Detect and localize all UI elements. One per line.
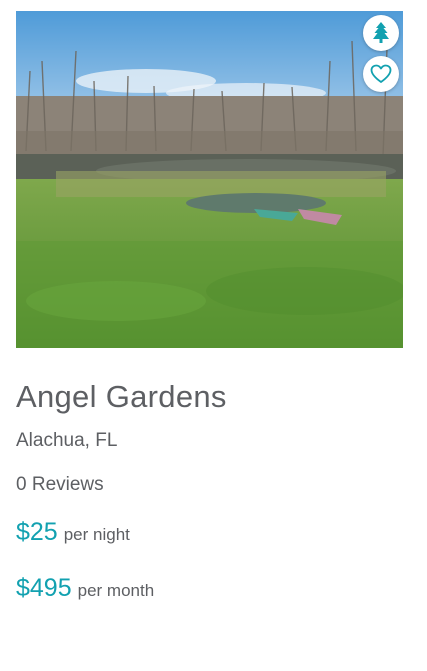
price-per-night: $25 per night bbox=[16, 517, 403, 550]
price-month-value: $495 bbox=[16, 574, 72, 602]
tree-badge bbox=[363, 15, 399, 51]
heart-icon bbox=[370, 64, 392, 84]
price-night-unit: per night bbox=[63, 525, 130, 544]
price-month-unit: per month bbox=[77, 581, 155, 600]
price-per-month: $495 per month bbox=[16, 573, 403, 606]
listing-location: Alachua, FL bbox=[16, 430, 118, 451]
listing-title[interactable]: Angel Gardens bbox=[16, 378, 403, 416]
landscape-photo bbox=[16, 11, 403, 348]
tree-icon bbox=[372, 22, 390, 44]
reviews-count[interactable]: 0 Reviews bbox=[16, 473, 403, 497]
listing-photo[interactable] bbox=[16, 11, 403, 348]
favorite-button[interactable] bbox=[363, 56, 399, 92]
listing-card[interactable]: Angel Gardens Alachua, FL 0 Reviews $25 … bbox=[16, 11, 403, 606]
price-night-value: $25 bbox=[16, 518, 58, 546]
